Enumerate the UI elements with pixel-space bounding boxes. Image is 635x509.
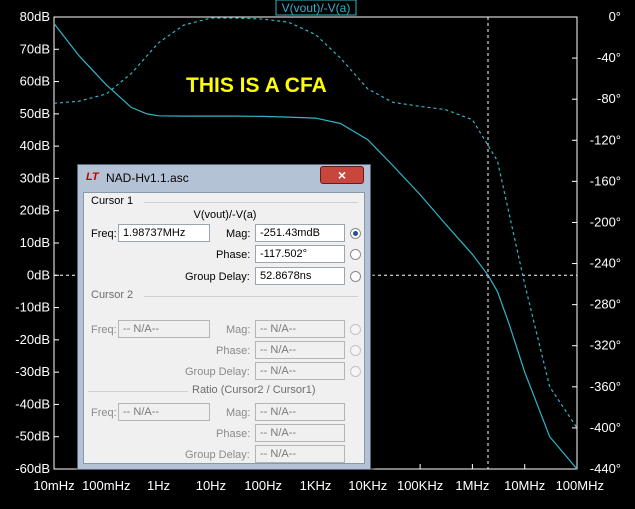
x-tick-label: 100Hz <box>244 478 282 493</box>
waveform-viewer: 80dB 70dB 60dB 50dB 40dB 30dB 20dB 10dB 0dB -10dB… <box>0 0 635 509</box>
cursor2-mag-label: Mag: <box>226 324 251 336</box>
phase-tick-label: -320° <box>590 338 621 353</box>
y-tick-label: -20dB <box>15 332 50 347</box>
y-tick-label: 70dB <box>20 41 50 56</box>
cursor2-mag-field: -- N/A-- <box>255 320 345 338</box>
y-tick-label: 40dB <box>20 138 50 153</box>
x-tick-label: 100MHz <box>556 478 604 493</box>
cursor2-divider <box>144 296 358 297</box>
phase-tick-label: -40° <box>597 50 621 65</box>
phase-tick-label: -200° <box>590 214 621 229</box>
ratio-group-delay-field: -- N/A-- <box>255 445 345 463</box>
cursor2-freq-label: Freq: <box>91 324 117 336</box>
x-tick-label: 10MHz <box>504 478 545 493</box>
cursor2-group-delay-radio <box>350 366 361 377</box>
cursor2-phase-field: -- N/A-- <box>255 341 345 359</box>
y-tick-label: -50dB <box>15 429 50 444</box>
y-tick-label: 50dB <box>20 106 50 121</box>
cursor2-mag-radio <box>350 324 361 335</box>
ratio-mag-field: -- N/A-- <box>255 403 345 421</box>
cursor1-divider <box>144 202 358 203</box>
y-tick-label: 80dB <box>20 9 50 24</box>
ratio-freq-field: -- N/A-- <box>118 403 210 421</box>
y-tick-label: -60dB <box>15 461 50 476</box>
cursor1-mag-radio[interactable] <box>350 228 361 239</box>
cursor2-freq-field: -- N/A-- <box>118 320 210 338</box>
phase-tick-label: -240° <box>590 256 621 271</box>
phase-tick-label: -80° <box>597 91 621 106</box>
plot-annotation: THIS IS A CFA <box>186 74 327 97</box>
cursor2-group-delay-field: -- N/A-- <box>255 362 345 380</box>
ltspice-logo-icon: LT <box>86 171 99 183</box>
ratio-divider-left <box>88 391 188 392</box>
x-tick-label: 1Hz <box>147 478 170 493</box>
cursor1-heading: Cursor 1 <box>91 195 134 207</box>
trace-legend[interactable]: V(vout)/-V(a) <box>275 0 357 16</box>
trace-legend-label: V(vout)/-V(a) <box>282 1 351 15</box>
phase-tick-label: -360° <box>590 379 621 394</box>
dialog-titlebar[interactable]: LT NAD-Hv1.1.asc × <box>78 165 370 189</box>
cursor2-phase-label: Phase: <box>216 345 251 357</box>
cursor1-phase-radio[interactable] <box>350 249 361 260</box>
ratio-heading: Ratio (Cursor2 / Cursor1) <box>192 384 316 396</box>
cursor1-mag-label: Mag: <box>226 228 251 240</box>
x-tick-label: 1KHz <box>300 478 332 493</box>
phase-tick-label: -400° <box>590 420 621 435</box>
cursor1-group-delay-radio[interactable] <box>350 271 361 282</box>
x-tick-label: 10mHz <box>33 478 74 493</box>
cursor2-group-delay-label: Group Delay: <box>185 366 250 378</box>
x-tick-label: 10Hz <box>196 478 226 493</box>
cursor1-group-delay-label: Group Delay: <box>185 271 250 283</box>
y-tick-label: -10dB <box>15 300 50 315</box>
x-tick-label: 100KHz <box>397 478 443 493</box>
y-tick-label: 30dB <box>20 170 50 185</box>
cursor1-group-delay-field[interactable]: 52.8678ns <box>255 267 345 285</box>
cursor1-freq-field[interactable]: 1.98737MHz <box>118 224 210 242</box>
x-tick-label: 100mHz <box>82 478 130 493</box>
ratio-mag-label: Mag: <box>226 407 251 419</box>
ratio-freq-label: Freq: <box>91 407 117 419</box>
y-tick-label: -40dB <box>15 396 50 411</box>
y-tick-label: 0dB <box>27 267 50 282</box>
cursor1-freq-label: Freq: <box>91 228 117 240</box>
y-tick-label: 10dB <box>20 235 50 250</box>
cursor-dialog[interactable]: LT NAD-Hv1.1.asc × Cursor 1 V(vout)/-V(a… <box>77 164 371 470</box>
cursor2-phase-radio <box>350 345 361 356</box>
phase-tick-label: -160° <box>590 173 621 188</box>
cursor1-phase-field[interactable]: -117.502° <box>255 245 345 263</box>
dialog-title: NAD-Hv1.1.asc <box>106 171 189 185</box>
phase-tick-label: -120° <box>590 132 621 147</box>
ratio-phase-label: Phase: <box>216 428 251 440</box>
dialog-body: Cursor 1 V(vout)/-V(a) Freq: 1.98737MHz … <box>83 192 365 464</box>
phase-tick-label: -280° <box>590 297 621 312</box>
ratio-group-delay-label: Group Delay: <box>185 449 250 461</box>
y-tick-label: 20dB <box>20 203 50 218</box>
ratio-phase-field: -- N/A-- <box>255 424 345 442</box>
x-tick-label: 1MHz <box>455 478 489 493</box>
y-tick-label: 60dB <box>20 74 50 89</box>
close-button[interactable]: × <box>320 166 364 184</box>
phase-tick-label: -440° <box>590 461 621 476</box>
phase-tick-label: 0° <box>609 9 621 24</box>
cursor1-phase-label: Phase: <box>216 249 251 261</box>
x-tick-label: 10KHz <box>348 478 387 493</box>
cursor1-expression: V(vout)/-V(a) <box>193 209 257 221</box>
cursor2-heading: Cursor 2 <box>91 289 134 301</box>
cursor1-mag-field[interactable]: -251.43mdB <box>255 224 345 242</box>
y-tick-label: -30dB <box>15 364 50 379</box>
